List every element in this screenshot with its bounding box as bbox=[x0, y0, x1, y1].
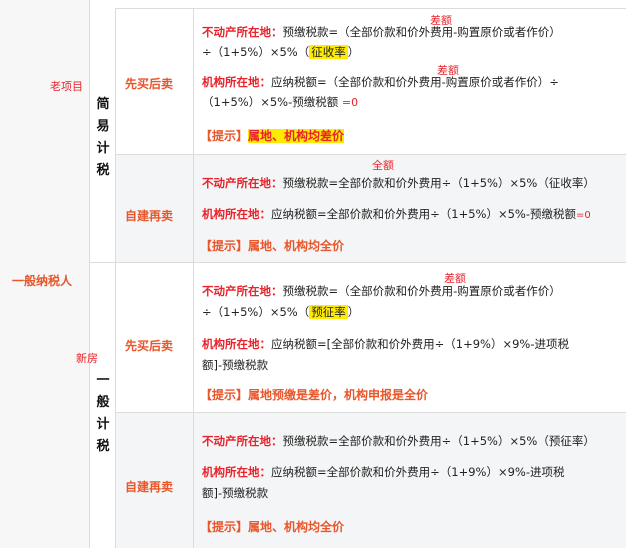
row2-eq-zero: =0 bbox=[576, 210, 591, 221]
row3-line1-text: 预缴税款=（全部价款和价外费用-购置原价或者作价） bbox=[282, 284, 561, 298]
row1-line1-key: 不动产所在地： bbox=[202, 25, 283, 39]
row1-line1b-text: ÷（1+5%）×5%（ bbox=[202, 45, 310, 59]
row4-line2b-text: 额]-预缴税款 bbox=[202, 486, 269, 500]
row2-line1-key: 不动产所在地： bbox=[202, 176, 283, 190]
row4-tip-text: 属地、机构均全价 bbox=[248, 520, 345, 534]
note-new-house: 新房 bbox=[76, 352, 98, 365]
row4-line2b: 额]-预缴税款 bbox=[202, 484, 268, 503]
row2-method: 自建再卖 bbox=[125, 209, 174, 223]
row2-tip: 【提示】属地、机构均全价 bbox=[200, 237, 344, 254]
row2-tip-prefix: 【提示】 bbox=[200, 239, 249, 253]
row1-eq-zero: =0 bbox=[341, 96, 359, 109]
row3-highlight-prepay-rate: 预征率 bbox=[309, 305, 348, 319]
row3-line1-key: 不动产所在地： bbox=[202, 284, 283, 298]
row1-line2: 机构所在地：应纳税额=（全部价款和价外费用-购置原价或者作价）÷ bbox=[202, 73, 559, 92]
row3-tip-text: 属地预缴是差价，机构申报是全价 bbox=[248, 388, 429, 402]
row1-line2b: （1+5%）×5%-预缴税额 =0 bbox=[202, 93, 358, 112]
row4-line1: 不动产所在地：预缴税款=全部价款和价外费用÷（1+5%）×5%（预征率） bbox=[202, 432, 595, 451]
row1-tip: 【提示】属地、机构均差价 bbox=[200, 127, 345, 144]
general-tax-label: 一般计税 bbox=[96, 373, 110, 454]
row3-tip-prefix: 【提示】 bbox=[200, 388, 249, 402]
general-taxpayer-label: 一般纳税人 bbox=[12, 274, 73, 288]
row3-method: 先买后卖 bbox=[125, 339, 174, 353]
row1-line1c-text: ） bbox=[347, 45, 360, 59]
row1-tip-text: 属地、机构均差价 bbox=[248, 129, 345, 143]
row3-line2-key: 机构所在地： bbox=[202, 337, 271, 351]
row1-line1-text: 预缴税款=（全部价款和价外费用-购置原价或者作价） bbox=[282, 25, 561, 39]
row2-line2-key: 机构所在地： bbox=[202, 207, 271, 221]
row4-method: 自建再卖 bbox=[125, 480, 174, 494]
row3-line2b: 额]-预缴税款 bbox=[202, 356, 268, 375]
row3-line1b: ÷（1+5%）×5%（ 预征率） bbox=[202, 303, 359, 322]
row2-line2: 机构所在地：应纳税额=全部价款和价外费用÷（1+5%）×5%-预缴税额=0 bbox=[202, 205, 591, 225]
row1-line2-text: 应纳税额=（全部价款和价外费用-购置原价或者作价）÷ bbox=[271, 75, 559, 89]
row1-tip-prefix: 【提示】 bbox=[200, 129, 249, 143]
row4-line1-text: 预缴税款=全部价款和价外费用÷（1+5%）×5%（预征率） bbox=[282, 434, 595, 448]
row2-tip-text: 属地、机构均全价 bbox=[248, 239, 345, 253]
row4-line2-text: 应纳税额=全部价款和价外费用÷（1+9%）×9%-进项税 bbox=[271, 465, 565, 479]
row4-line2: 机构所在地：应纳税额=全部价款和价外费用÷（1+9%）×9%-进项税 bbox=[202, 463, 565, 482]
row2-line1: 不动产所在地：预缴税款=全部价款和价外费用÷（1+5%）×5%（征收率） bbox=[202, 174, 595, 193]
row3-line2: 机构所在地：应纳税额=[全部价款和价外费用÷（1+9%）×9%-进项税 bbox=[202, 335, 569, 354]
row1-line2b-text: （1+5%）×5%-预缴税额 bbox=[202, 95, 339, 109]
row1-line1b: ÷（1+5%）×5%（ 征收率） bbox=[202, 43, 359, 62]
note-old-project: 老项目 bbox=[50, 80, 83, 93]
row1-line2-key: 机构所在地： bbox=[202, 75, 271, 89]
row4-tip-prefix: 【提示】 bbox=[200, 520, 249, 534]
row1-highlight-levy-rate: 征收率 bbox=[309, 45, 348, 59]
row4-line2-key: 机构所在地： bbox=[202, 465, 271, 479]
row1-line1: 不动产所在地：预缴税款=（全部价款和价外费用-购置原价或者作价） bbox=[202, 23, 561, 42]
row3-line2-text: 应纳税额=[全部价款和价外费用÷（1+9%）×9%-进项税 bbox=[271, 337, 569, 351]
row3-line2b-text: 额]-预缴税款 bbox=[202, 358, 269, 372]
row2-line2-text: 应纳税额=全部价款和价外费用÷（1+5%）×5%-预缴税额 bbox=[271, 207, 576, 221]
row3-tip: 【提示】属地预缴是差价，机构申报是全价 bbox=[200, 386, 428, 403]
row4-line1-key: 不动产所在地： bbox=[202, 434, 283, 448]
row2-line1-text: 预缴税款=全部价款和价外费用÷（1+5%）×5%（征收率） bbox=[282, 176, 595, 190]
row3-line1b-text: ÷（1+5%）×5%（ bbox=[202, 305, 310, 319]
row3-line1: 不动产所在地：预缴税款=（全部价款和价外费用-购置原价或者作价） bbox=[202, 282, 561, 301]
row2-note-top: 全额 bbox=[372, 159, 394, 172]
row3-line1c-text: ） bbox=[347, 305, 360, 319]
row4-tip: 【提示】属地、机构均全价 bbox=[200, 518, 344, 535]
row1-method: 先买后卖 bbox=[125, 77, 174, 91]
simple-tax-label: 简易计税 bbox=[96, 97, 110, 178]
